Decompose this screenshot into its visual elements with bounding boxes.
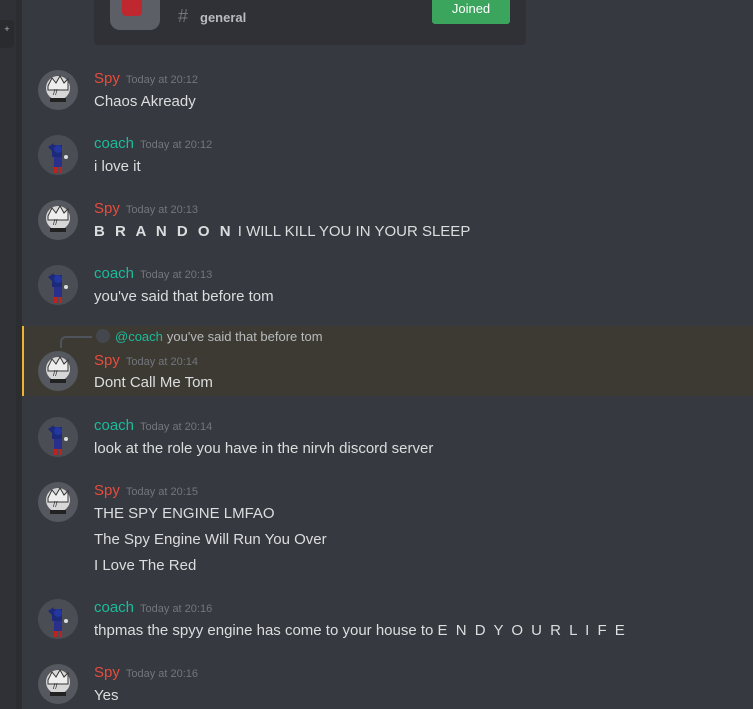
- reply-reference[interactable]: @coach you've said that before tom: [96, 329, 323, 344]
- author-name[interactable]: coach: [94, 599, 134, 616]
- timestamp: Today at 20:14: [125, 356, 199, 368]
- message-text: look at the role you have in the nirvh d…: [94, 440, 434, 457]
- coach-avatar-icon: [38, 417, 78, 457]
- message: // Spy Today at 20:13 B R A N D O N I WIL…: [22, 200, 753, 250]
- joined-button[interactable]: Joined: [432, 0, 510, 24]
- author-name[interactable]: Spy: [94, 352, 120, 369]
- message-header: Spy Today at 20:14: [94, 352, 198, 369]
- message-text-rest: I WILL KILL YOU IN YOUR SLEEP: [233, 223, 471, 240]
- coach-avatar[interactable]: [38, 265, 78, 305]
- spy-avatar[interactable]: //: [38, 664, 78, 704]
- timestamp: Today at 20:13: [140, 269, 213, 281]
- message: // Spy Today at 20:12 Chaos Akready: [22, 70, 753, 120]
- author-name[interactable]: Spy: [94, 482, 120, 499]
- author-name[interactable]: Spy: [94, 70, 120, 87]
- timestamp: Today at 20:16: [140, 603, 213, 615]
- svg-text://: //: [53, 500, 58, 509]
- message-text: THE SPY ENGINE LMFAO: [94, 505, 275, 522]
- message-text: I Love The Red: [94, 557, 197, 574]
- message-text-start: thpmas the spyy engine has come to your …: [94, 622, 438, 639]
- author-name[interactable]: Spy: [94, 200, 120, 217]
- author-name[interactable]: coach: [94, 265, 134, 282]
- spy-avatar[interactable]: //: [38, 482, 78, 522]
- message: coach Today at 20:13 you've said that bef…: [22, 265, 753, 315]
- bold-name-text: B R A N D O N: [94, 223, 234, 240]
- message-text: Yes: [94, 687, 119, 704]
- invite-channel-name[interactable]: general: [200, 10, 246, 25]
- timestamp: Today at 20:13: [125, 204, 199, 216]
- spy-avatar-icon: //: [46, 355, 70, 383]
- add-server-button[interactable]: +: [0, 20, 14, 48]
- reply-connector: [60, 336, 92, 348]
- spy-avatar-icon: //: [46, 668, 70, 696]
- timestamp: Today at 20:12: [125, 74, 199, 86]
- timestamp: Today at 20:14: [140, 421, 213, 433]
- spy-avatar[interactable]: //: [38, 200, 78, 240]
- server-icon: [110, 0, 160, 30]
- timestamp: Today at 20:15: [125, 486, 199, 498]
- coach-avatar[interactable]: [38, 599, 78, 639]
- message-text: Dont Call Me Tom: [94, 374, 213, 391]
- author-name[interactable]: Spy: [94, 664, 120, 681]
- timestamp: Today at 20:12: [140, 139, 213, 151]
- timestamp: Today at 20:16: [125, 668, 199, 680]
- message-header: coach Today at 20:12: [94, 135, 212, 152]
- coach-avatar-icon: [38, 265, 78, 305]
- message-text: Chaos Akready: [94, 93, 196, 110]
- highlighted-reply-message: @coach you've said that before tom // Spy…: [22, 326, 753, 396]
- message: // Spy Today at 20:16 Yes: [22, 664, 753, 709]
- hash-icon: #: [178, 6, 189, 26]
- message-text: B R A N D O N I WILL KILL YOU IN YOUR SL…: [94, 223, 470, 240]
- message-text: The Spy Engine Will Run You Over: [94, 531, 327, 548]
- svg-text://: //: [53, 682, 58, 691]
- coach-avatar[interactable]: [38, 417, 78, 457]
- server-invite-card: # general Joined: [94, 0, 526, 45]
- message-header: Spy Today at 20:13: [94, 200, 198, 217]
- message-text: you've said that before tom: [94, 288, 274, 305]
- spaced-text: E N D Y O U R L I F E: [437, 622, 627, 639]
- reply-text: you've said that before tom: [166, 329, 323, 344]
- svg-text://: //: [53, 369, 58, 378]
- spy-avatar-icon: //: [46, 74, 70, 102]
- message-header: Spy Today at 20:12: [94, 70, 198, 87]
- message-header: coach Today at 20:14: [94, 417, 212, 434]
- spy-avatar-icon: //: [46, 204, 70, 232]
- message: coach Today at 20:12 i love it: [22, 135, 753, 185]
- svg-text://: //: [53, 88, 58, 97]
- spy-avatar-icon: //: [46, 486, 70, 514]
- reply-avatar: [96, 329, 110, 343]
- svg-text://: //: [53, 218, 58, 227]
- spy-avatar[interactable]: //: [38, 351, 78, 391]
- author-name[interactable]: coach: [94, 135, 134, 152]
- message-header: Spy Today at 20:15: [94, 482, 198, 499]
- server-rail: +: [0, 0, 16, 709]
- coach-avatar[interactable]: [38, 135, 78, 175]
- coach-avatar-icon: [38, 599, 78, 639]
- message-text: i love it: [94, 158, 141, 175]
- message: coach Today at 20:16 thpmas the spyy engi…: [22, 599, 753, 649]
- spy-avatar[interactable]: //: [38, 70, 78, 110]
- author-name[interactable]: coach: [94, 417, 134, 434]
- message: coach Today at 20:14 look at the role you…: [22, 417, 753, 467]
- message-text: thpmas the spyy engine has come to your …: [94, 622, 627, 639]
- message: // Spy Today at 20:15 THE SPY ENGINE LMFA…: [22, 482, 753, 582]
- coach-avatar-icon: [38, 135, 78, 175]
- message-header: coach Today at 20:13: [94, 265, 212, 282]
- message-header: coach Today at 20:16: [94, 599, 212, 616]
- reply-mention[interactable]: @coach: [115, 329, 163, 344]
- message-header: Spy Today at 20:16: [94, 664, 198, 681]
- chat-area: # general Joined // Spy Today at 20:12 Ch…: [22, 0, 753, 709]
